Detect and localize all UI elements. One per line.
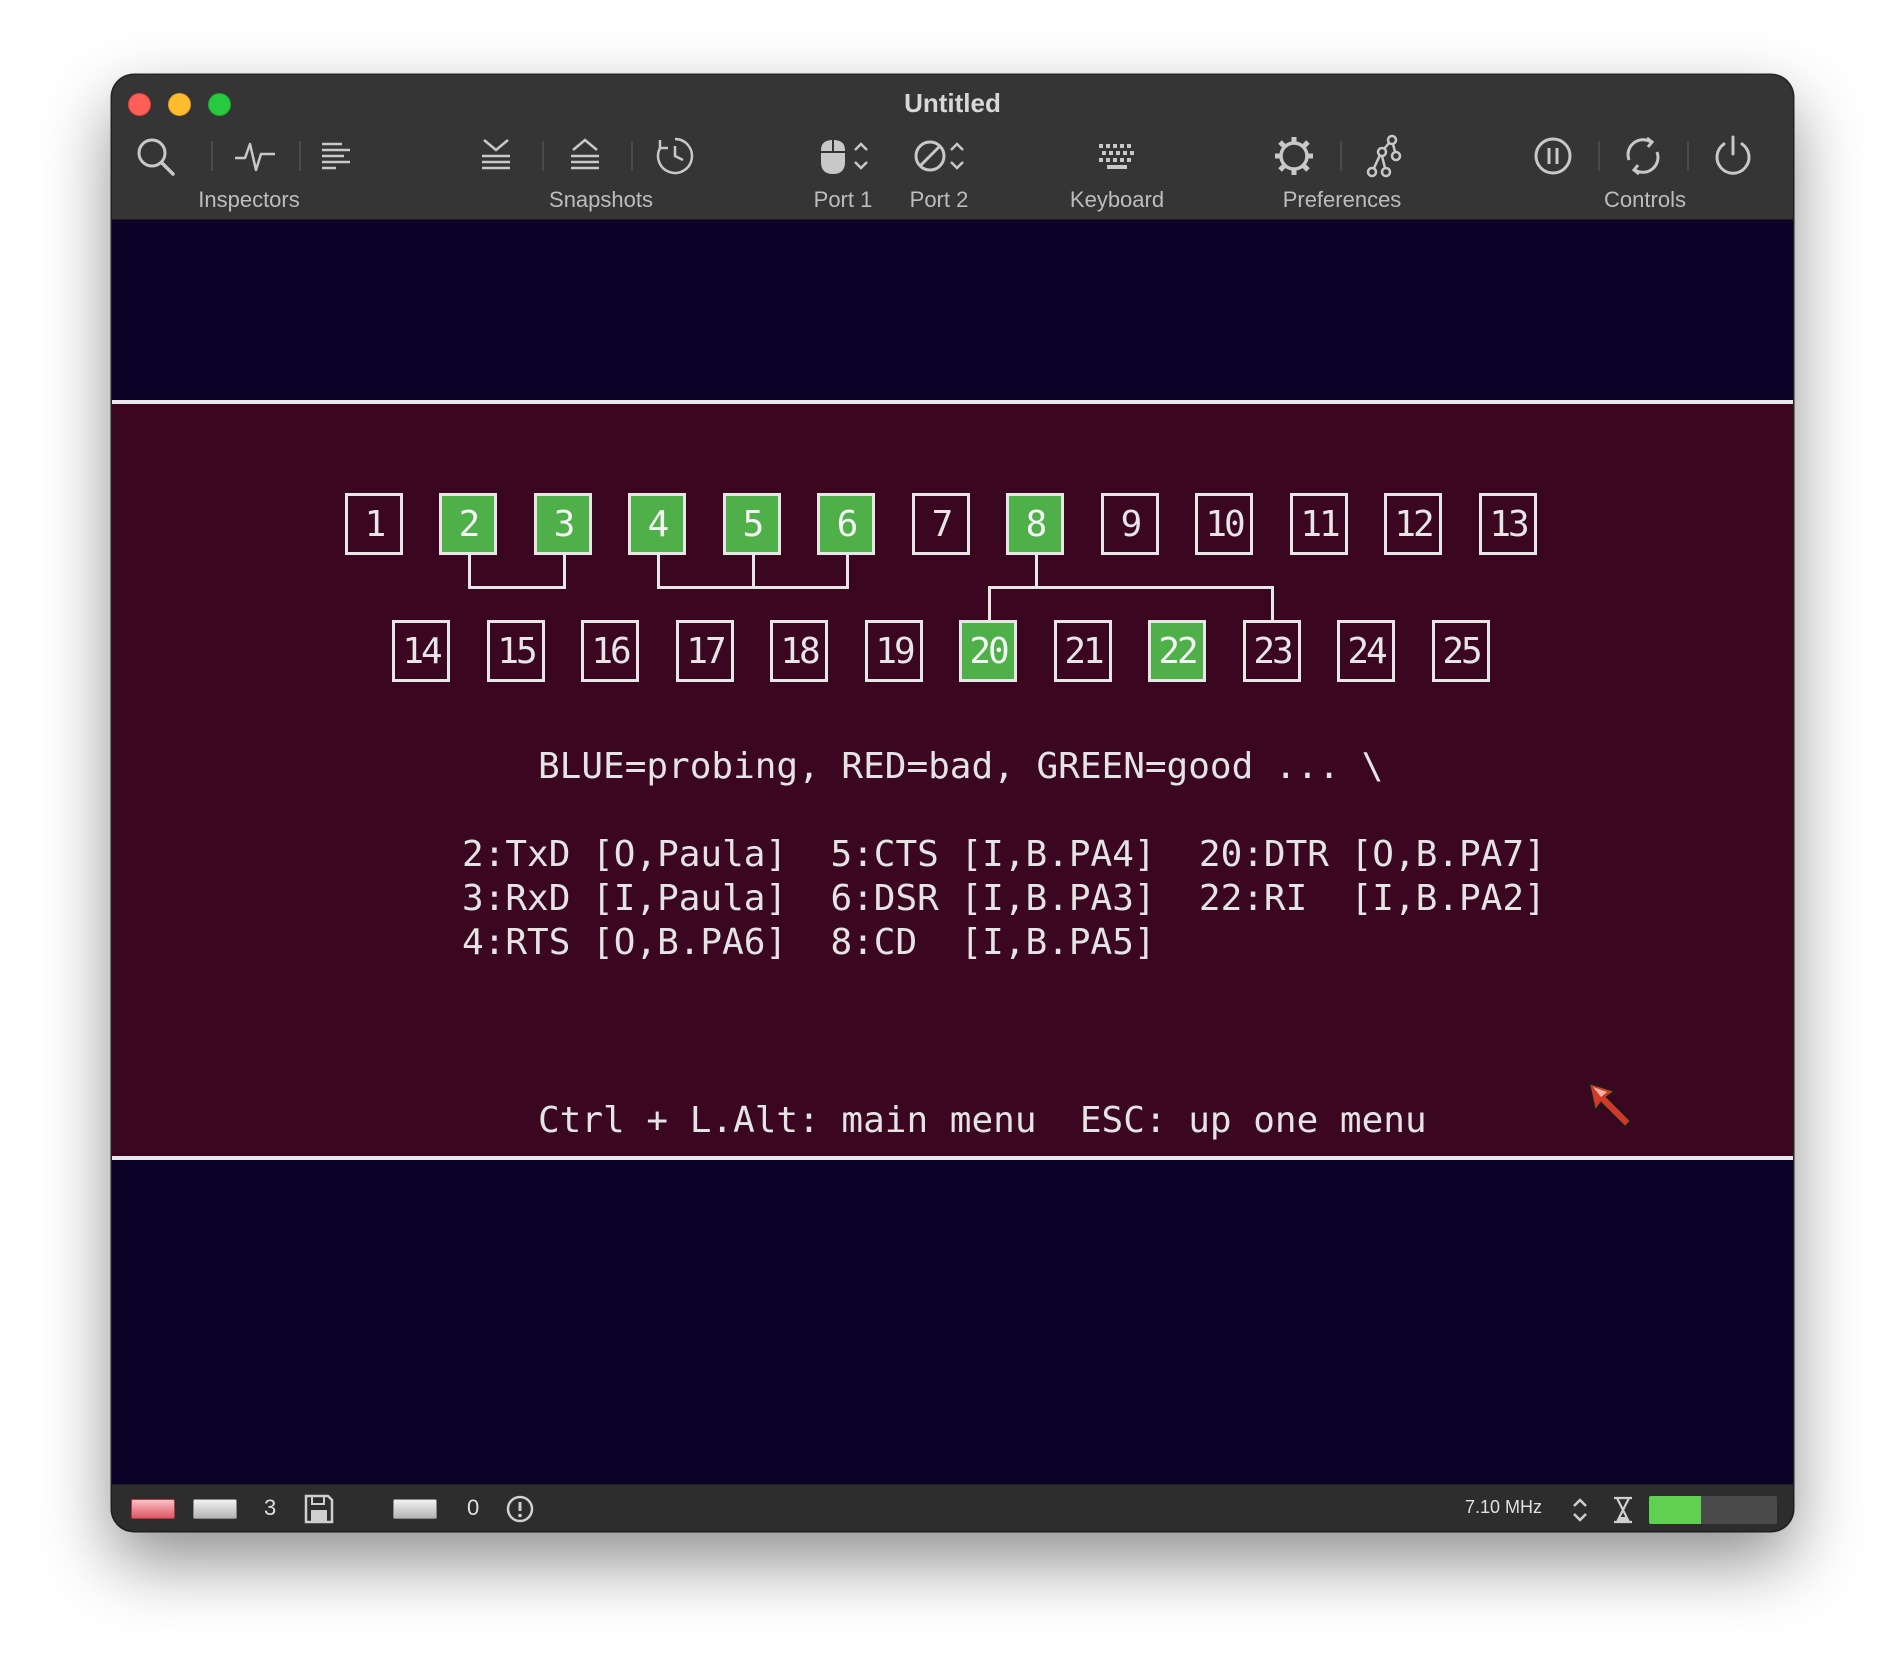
pin-20: 20 bbox=[959, 620, 1017, 682]
loopback-bridge-2-3 bbox=[468, 586, 566, 589]
pin-16: 16 bbox=[581, 620, 639, 682]
keyboard-label: Keyboard bbox=[1069, 187, 1165, 212]
warning-icon[interactable] bbox=[504, 1493, 536, 1525]
port1-stepper-icon[interactable] bbox=[849, 133, 873, 179]
loopback-line-4 bbox=[657, 555, 660, 589]
pin-19: 19 bbox=[865, 620, 923, 682]
pin-22: 22 bbox=[1148, 620, 1206, 682]
pause-icon[interactable] bbox=[1530, 133, 1576, 179]
pin-14: 14 bbox=[392, 620, 450, 682]
speed-meter-fill bbox=[1649, 1496, 1702, 1524]
pin-7: 7 bbox=[912, 493, 970, 555]
drive-count: 3 bbox=[264, 1495, 277, 1520]
port2-label: Port 2 bbox=[909, 187, 969, 212]
snapshot-restore-icon[interactable] bbox=[562, 133, 608, 179]
keyboard-icon[interactable] bbox=[1094, 133, 1140, 179]
loopback-line-6 bbox=[846, 555, 849, 589]
color-legend: BLUE=probing, RED=bad, GREEN=good ... \ bbox=[538, 746, 1384, 787]
toolbar-separator bbox=[299, 141, 301, 171]
power-icon[interactable] bbox=[1710, 133, 1756, 179]
pin-6: 6 bbox=[817, 493, 875, 555]
pin-17: 17 bbox=[676, 620, 734, 682]
pin-10: 10 bbox=[1195, 493, 1253, 555]
status-bar: 3 0 7.10 MHz bbox=[112, 1484, 1793, 1531]
toolbar-separator bbox=[542, 141, 544, 171]
loopback-line-2 bbox=[468, 555, 471, 589]
pin-4: 4 bbox=[628, 493, 686, 555]
hardware-icon[interactable] bbox=[1361, 133, 1407, 179]
activity-icon[interactable] bbox=[232, 133, 278, 179]
pin-1: 1 bbox=[345, 493, 403, 555]
window-title: Untitled bbox=[904, 88, 1001, 118]
reset-icon[interactable] bbox=[1620, 133, 1666, 179]
hourglass-icon[interactable] bbox=[1612, 1495, 1634, 1525]
loopback-bridge-8-20-22 bbox=[988, 586, 1274, 589]
port2-stepper-icon[interactable] bbox=[945, 133, 969, 179]
pin-25: 25 bbox=[1432, 620, 1490, 682]
loopback-line-5 bbox=[752, 555, 755, 589]
pin-21: 21 bbox=[1054, 620, 1112, 682]
loopback-bridge-4-5-6 bbox=[657, 586, 849, 589]
toolbar-separator bbox=[211, 141, 213, 171]
df0-led bbox=[193, 1499, 237, 1519]
cpu-frequency: 7.10 MHz bbox=[1465, 1497, 1543, 1517]
pin-11: 11 bbox=[1290, 493, 1348, 555]
pin-8: 8 bbox=[1006, 493, 1064, 555]
menu-hint: Ctrl + L.Alt: main menu ESC: up one menu bbox=[538, 1100, 1427, 1141]
emulator-screen[interactable]: 1 2 3 4 5 6 7 8 9 10 11 12 13 14 15 16 1… bbox=[112, 220, 1793, 1484]
floppy-disk-icon[interactable] bbox=[303, 1493, 335, 1525]
counter: 0 bbox=[467, 1495, 480, 1520]
controls-label: Controls bbox=[1604, 187, 1686, 212]
toolbar-separator bbox=[1340, 141, 1342, 171]
emulator-window: Untitled Inspectors Snapshots Port 1 Por… bbox=[112, 75, 1793, 1531]
pin-23: 23 bbox=[1243, 620, 1301, 682]
power-led bbox=[131, 1499, 175, 1519]
snapshot-browse-icon[interactable] bbox=[652, 133, 698, 179]
pin-12: 12 bbox=[1384, 493, 1442, 555]
signal-line-3: 4:RTS [O,B.PA6] 8:CD [I,B.PA5] bbox=[462, 922, 1156, 963]
pin-18: 18 bbox=[770, 620, 828, 682]
mouse-pointer-icon bbox=[1587, 1081, 1633, 1129]
preferences-label: Preferences bbox=[1282, 187, 1402, 212]
pin-24: 24 bbox=[1337, 620, 1395, 682]
screen-paper: 1 2 3 4 5 6 7 8 9 10 11 12 13 14 15 16 1… bbox=[112, 400, 1793, 1160]
snapshot-take-icon[interactable] bbox=[473, 133, 519, 179]
toolbar: Untitled Inspectors Snapshots Port 1 Por… bbox=[112, 75, 1793, 220]
toolbar-separator bbox=[1598, 141, 1600, 171]
pin-15: 15 bbox=[487, 620, 545, 682]
speed-meter bbox=[1649, 1496, 1777, 1524]
pin-5: 5 bbox=[723, 493, 781, 555]
pin-2: 2 bbox=[439, 493, 497, 555]
hd-led bbox=[393, 1499, 437, 1519]
signal-line-2: 3:RxD [I,Paula] 6:DSR [I,B.PA3] 22:RI [I… bbox=[462, 878, 1546, 919]
frequency-stepper-icon[interactable] bbox=[1570, 1495, 1590, 1525]
inspectors-label: Inspectors bbox=[198, 187, 300, 212]
gear-icon[interactable] bbox=[1271, 133, 1317, 179]
inspect-icon[interactable] bbox=[132, 133, 178, 179]
signal-line-1: 2:TxD [O,Paula] 5:CTS [I,B.PA4] 20:DTR [… bbox=[462, 834, 1546, 875]
loopback-line-20 bbox=[988, 586, 991, 620]
loopback-line-8 bbox=[1035, 555, 1038, 586]
toolbar-separator bbox=[631, 141, 633, 171]
pin-13: 13 bbox=[1479, 493, 1537, 555]
pin-9: 9 bbox=[1101, 493, 1159, 555]
snapshots-label: Snapshots bbox=[549, 187, 653, 212]
pin-3: 3 bbox=[534, 493, 592, 555]
loopback-line-22 bbox=[1271, 586, 1274, 620]
toolbar-separator bbox=[1687, 141, 1689, 171]
loopback-line-3 bbox=[563, 555, 566, 589]
console-icon[interactable] bbox=[313, 133, 359, 179]
screen-border-top bbox=[112, 220, 1793, 400]
